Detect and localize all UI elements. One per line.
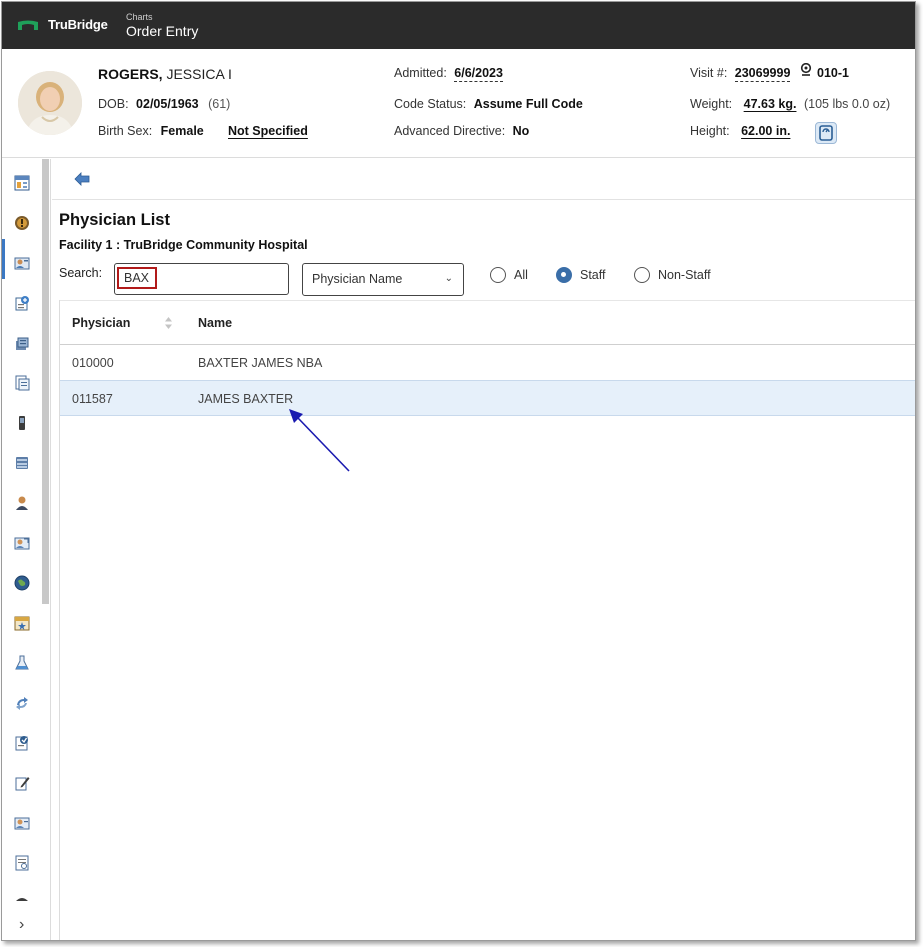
weight-lbs: (105 lbs 0.0 oz) <box>803 97 891 111</box>
room-number: 010-1 <box>817 66 849 80</box>
radio-staff-circle[interactable] <box>556 267 572 283</box>
admitted-label: Admitted: <box>394 66 447 80</box>
patient-first-name: JESSICA I <box>166 66 232 82</box>
breadcrumb-parent[interactable]: Charts <box>126 12 153 22</box>
chart-summary-icon[interactable] <box>14 175 30 191</box>
physician-table: Physician Name 010000 BAXTER JAMES NBA 0… <box>59 300 915 940</box>
scale-icon <box>819 125 833 141</box>
table-row-selected[interactable]: 011587 JAMES BAXTER <box>60 380 915 416</box>
rail-scrollbar[interactable] <box>42 159 49 604</box>
lab-flask-icon[interactable] <box>14 655 30 671</box>
notes-icon[interactable] <box>14 855 30 871</box>
visit-label: Visit #: <box>690 66 728 80</box>
consult-icon[interactable] <box>14 535 30 551</box>
location-pin-icon <box>800 63 812 76</box>
birth-sex-value: Female <box>160 124 204 138</box>
code-status-label: Code Status: <box>394 97 467 111</box>
sort-icon[interactable] <box>164 315 173 331</box>
main-panel: Physician List Facility 1 : TruBridge Co… <box>52 159 915 940</box>
table-row[interactable]: 010000 BAXTER JAMES NBA <box>60 345 915 381</box>
radio-all-label: All <box>514 268 528 282</box>
radio-non-staff-label: Non-Staff <box>658 268 711 282</box>
chevron-down-icon: ⌄ <box>444 273 453 284</box>
chevron-right-icon[interactable]: › <box>19 916 24 934</box>
radio-non-staff-circle[interactable] <box>634 267 650 283</box>
assessment-icon[interactable] <box>14 735 30 751</box>
physician-id: 011587 <box>72 392 113 406</box>
edit-icon[interactable] <box>14 775 30 791</box>
gender-identity-link[interactable]: Not Specified <box>228 124 308 138</box>
search-by-select[interactable]: Physician Name ⌄ <box>302 263 464 296</box>
page-title: Physician List <box>59 211 170 229</box>
radio-staff-label: Staff <box>580 268 606 282</box>
column-header-name[interactable]: Name <box>198 316 232 330</box>
refresh-icon[interactable] <box>14 695 30 711</box>
table-header: Physician Name <box>60 300 915 345</box>
code-status-value: Assume Full Code <box>473 97 583 111</box>
scale-button[interactable] <box>815 122 837 144</box>
birth-sex-label: Birth Sex: <box>98 124 153 138</box>
admitted-date-link[interactable]: 6/6/2023 <box>454 66 503 82</box>
documents-icon[interactable] <box>14 375 30 391</box>
dob-label: DOB: <box>98 97 129 111</box>
search-input[interactable]: BAX <box>114 263 289 295</box>
physician-name: BAXTER JAMES NBA <box>198 356 323 370</box>
patient-avatar <box>18 71 82 135</box>
dob-value: 02/05/1963 <box>136 97 199 111</box>
patient-banner: ROGERS, JESSICA I DOB: 02/05/1963 (61) B… <box>2 49 915 158</box>
globe-icon[interactable] <box>14 575 30 591</box>
orders-icon[interactable] <box>14 295 30 311</box>
advanced-directive-value: No <box>512 124 530 138</box>
visit-number-link[interactable]: 23069999 <box>734 66 791 82</box>
facility-name: Facility 1 : TruBridge Community Hospita… <box>59 238 308 252</box>
app-window: TruBridge Charts Order Entry ROGERS, JES… <box>1 1 916 941</box>
top-bar: TruBridge Charts Order Entry <box>2 2 915 49</box>
search-label: Search: <box>59 266 103 280</box>
search-value: BAX <box>124 271 150 285</box>
app-logo-text[interactable]: TruBridge <box>48 17 108 32</box>
weight-label: Weight: <box>690 97 733 111</box>
height-label: Height: <box>690 124 730 138</box>
back-arrow-icon[interactable] <box>74 172 90 186</box>
search-by-value: Physician Name <box>312 272 403 286</box>
rail-active-indicator <box>2 239 5 279</box>
physician-icon[interactable] <box>14 815 30 831</box>
column-header-physician[interactable]: Physician <box>72 316 130 330</box>
person-icon[interactable] <box>14 495 30 511</box>
physician-id: 010000 <box>72 356 114 370</box>
database-icon[interactable] <box>14 455 30 471</box>
physician-name: JAMES BAXTER <box>198 392 294 406</box>
medications-icon[interactable] <box>14 335 30 351</box>
advanced-directive-label: Advanced Directive: <box>394 124 506 138</box>
order-entry-icon[interactable] <box>14 255 30 271</box>
radio-all-circle[interactable] <box>490 267 506 283</box>
page-heading: Order Entry <box>126 23 199 39</box>
device-icon[interactable] <box>14 415 30 431</box>
left-nav-rail: › <box>2 159 51 940</box>
trubridge-logo-icon <box>18 20 38 30</box>
height-link[interactable]: 62.00 in. <box>741 124 790 138</box>
toolbar <box>52 159 915 200</box>
weight-link[interactable]: 47.63 kg. <box>744 97 797 111</box>
patient-last-name: ROGERS, <box>98 66 163 82</box>
calendar-icon[interactable] <box>14 615 30 631</box>
alerts-icon[interactable] <box>14 215 30 231</box>
more-icon[interactable] <box>14 895 30 901</box>
patient-age: (61) <box>208 97 231 111</box>
